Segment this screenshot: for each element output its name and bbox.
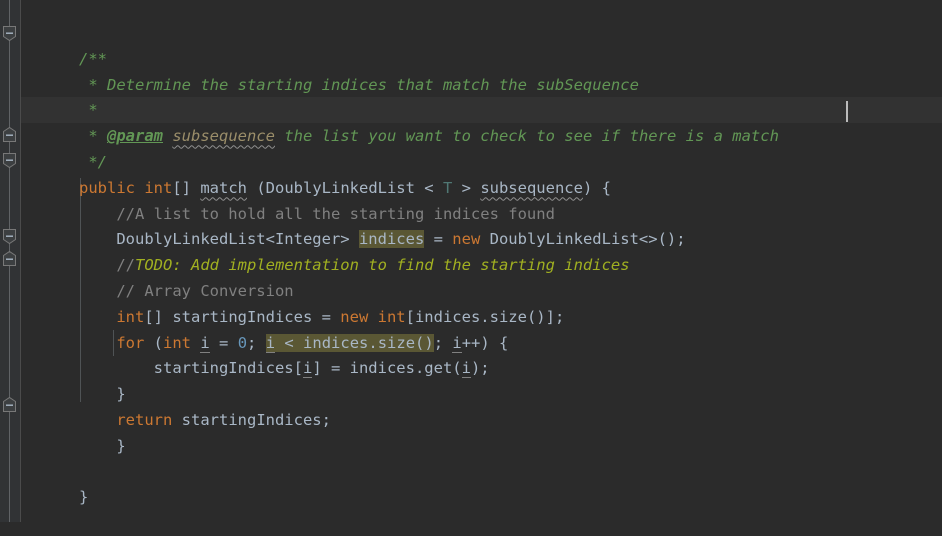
code-line-todo[interactable]: //TODO: Add implementation to find the s… [21,228,942,274]
fold-marker-for-start[interactable] [2,228,17,245]
code-line-text: } [79,488,89,507]
fold-marker-method-start[interactable] [2,152,17,169]
code-line-method-close-brace[interactable]: } [21,409,942,455]
code-line-javadoc-open[interactable]: /** [21,22,942,68]
fold-marker-class-end[interactable] [2,396,17,413]
code-line-javadoc-blank[interactable]: * [21,73,942,119]
text-caret [846,101,848,122]
code-line-javadoc-param[interactable]: * @param subsequence the list you want t… [21,99,942,145]
fold-marker-javadoc-start[interactable] [2,25,17,42]
fold-marker-javadoc-end[interactable] [2,126,17,143]
code-line-javadoc-description[interactable]: * Determine the starting indices that ma… [21,48,942,94]
code-text-area[interactable]: /** * Determine the starting indices tha… [21,0,942,522]
code-line-comment-list-hold[interactable]: //A list to hold all the starting indice… [21,177,942,223]
code-line-declare-indices[interactable]: DoublyLinkedList<Integer> indices = new … [21,202,942,249]
fold-marker-for-end[interactable] [2,250,17,267]
code-line-class-close-brace[interactable]: } [21,460,942,506]
code-line-comment-array-conversion[interactable]: // Array Conversion [21,254,942,300]
code-editor[interactable]: /** * Determine the starting indices tha… [0,0,942,522]
code-line-for-loop[interactable]: for (int i = 0; i < indices.size(); i++)… [21,306,942,354]
code-line-for-close-brace[interactable]: } [21,357,942,403]
code-line-declare-startingindices[interactable]: int[] startingIndices = new int[indices.… [21,280,942,326]
editor-gutter[interactable] [0,0,21,522]
code-line-blank[interactable] [21,434,942,459]
code-line-assign-element[interactable]: startingIndices[i] = indices.get(i); [21,331,942,379]
code-line-return[interactable]: return startingIndices; [21,383,942,429]
code-line-javadoc-close[interactable]: */ [21,125,942,171]
code-line-method-signature[interactable]: public int[] match (DoublyLinkedList < T… [21,151,942,197]
